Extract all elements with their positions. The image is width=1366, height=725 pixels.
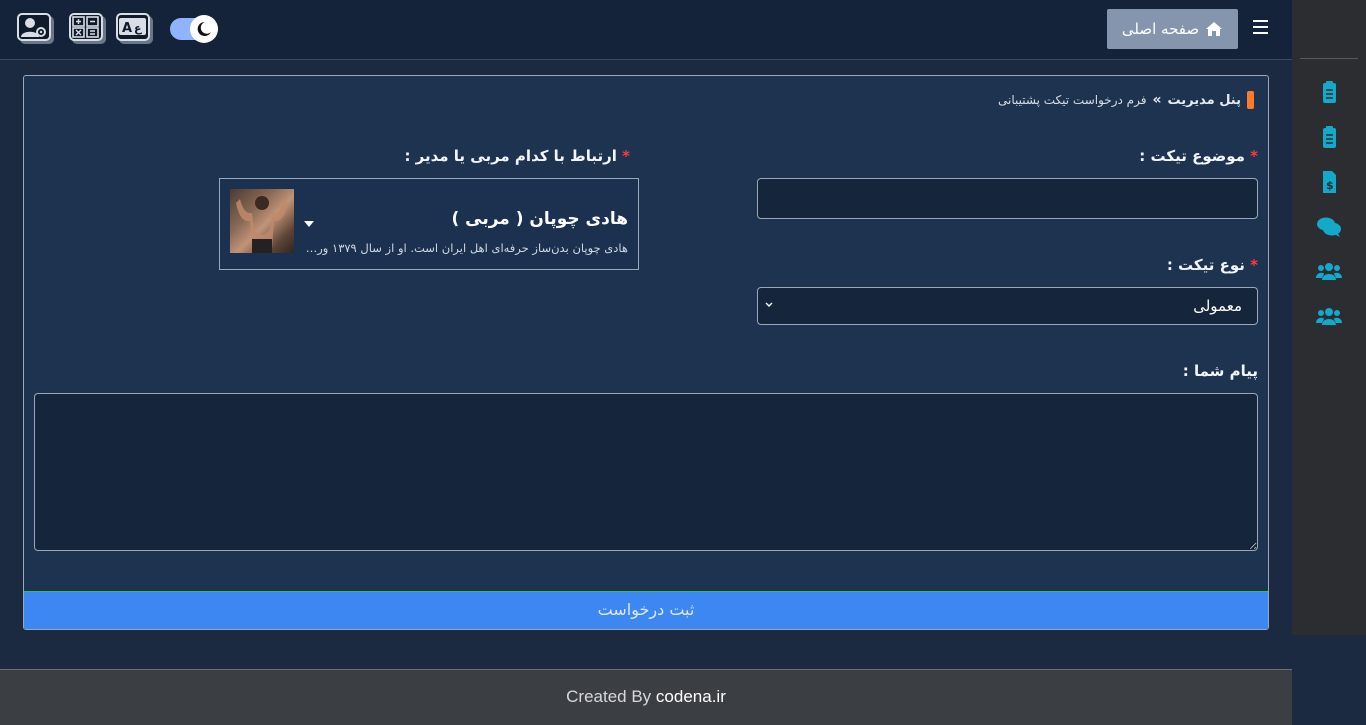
breadcrumb: پنل مدیریت » فرم درخواست تیکت پشتیبانی bbox=[998, 91, 1254, 109]
coach-avatar bbox=[230, 189, 294, 253]
message-label: پیام شما : bbox=[1182, 362, 1258, 380]
svg-text:ع: ع bbox=[134, 22, 142, 35]
footer: Created By codena.ir bbox=[0, 669, 1292, 725]
moon-icon bbox=[190, 15, 218, 43]
users-icon[interactable] bbox=[1316, 259, 1342, 283]
ticket-type-select[interactable]: معمولی bbox=[757, 287, 1258, 325]
user-settings-icon[interactable] bbox=[17, 13, 51, 41]
caret-down-icon bbox=[304, 221, 314, 227]
coach-name: هادی چوپان ( مربی ) bbox=[451, 209, 628, 229]
users-icon[interactable] bbox=[1316, 304, 1342, 328]
breadcrumb-separator: » bbox=[1152, 92, 1162, 108]
home-button-label: صفحه اصلی bbox=[1121, 20, 1200, 38]
svg-text:A: A bbox=[122, 21, 132, 36]
coach-select[interactable]: هادی چوپان ( مربی ) هادی چوپان بدن‌ساز ح… bbox=[219, 178, 639, 270]
coach-description: هادی چوپان بدن‌ساز حرفه‌ای اهل ایران است… bbox=[302, 241, 628, 255]
invoice-dollar-icon[interactable]: $ bbox=[1316, 170, 1342, 194]
required-mark: * bbox=[1250, 147, 1258, 165]
ticket-type-value: معمولی bbox=[1193, 297, 1242, 315]
coach-label-text: ارتباط با کدام مربی یا مدیر : bbox=[404, 147, 617, 165]
required-mark: * bbox=[622, 147, 630, 165]
type-label: * نوع تیکت : bbox=[1167, 256, 1258, 274]
submit-button[interactable]: ثبت درخواست bbox=[24, 591, 1268, 629]
breadcrumb-root[interactable]: پنل مدیریت bbox=[1168, 93, 1242, 108]
sidebar: $ bbox=[1292, 0, 1366, 635]
footer-prefix: Created By bbox=[566, 687, 652, 706]
home-icon bbox=[1206, 22, 1223, 36]
type-label-text: نوع تیکت : bbox=[1166, 256, 1245, 274]
ticket-form-card: پنل مدیریت » فرم درخواست تیکت پشتیبانی *… bbox=[23, 75, 1269, 630]
subject-label: * موضوع تیکت : bbox=[1139, 147, 1258, 165]
breadcrumb-marker bbox=[1247, 91, 1254, 109]
top-bar: A ع صفحه اصلی bbox=[0, 0, 1292, 60]
coach-label: * ارتباط با کدام مربی یا مدیر : bbox=[404, 147, 630, 165]
breadcrumb-current: فرم درخواست تیکت پشتیبانی bbox=[998, 93, 1147, 107]
sidebar-divider bbox=[1300, 58, 1358, 59]
menu-icon[interactable] bbox=[1253, 20, 1268, 34]
required-mark: * bbox=[1250, 256, 1258, 274]
dark-mode-toggle[interactable] bbox=[170, 15, 218, 43]
clipboard-check-icon[interactable] bbox=[1316, 126, 1342, 150]
clipboard-list-icon[interactable] bbox=[1316, 81, 1342, 105]
message-textarea[interactable] bbox=[34, 393, 1258, 551]
calculator-icon[interactable] bbox=[69, 13, 103, 41]
home-button[interactable]: صفحه اصلی bbox=[1107, 9, 1238, 49]
chevron-down-icon bbox=[765, 302, 773, 307]
svg-text:$: $ bbox=[1326, 179, 1334, 192]
subject-label-text: موضوع تیکت : bbox=[1139, 147, 1245, 165]
translate-icon[interactable]: A ع bbox=[116, 13, 150, 41]
subject-input[interactable] bbox=[757, 178, 1258, 219]
footer-brand-link[interactable]: codena.ir bbox=[656, 687, 726, 706]
comments-icon[interactable] bbox=[1316, 215, 1342, 239]
